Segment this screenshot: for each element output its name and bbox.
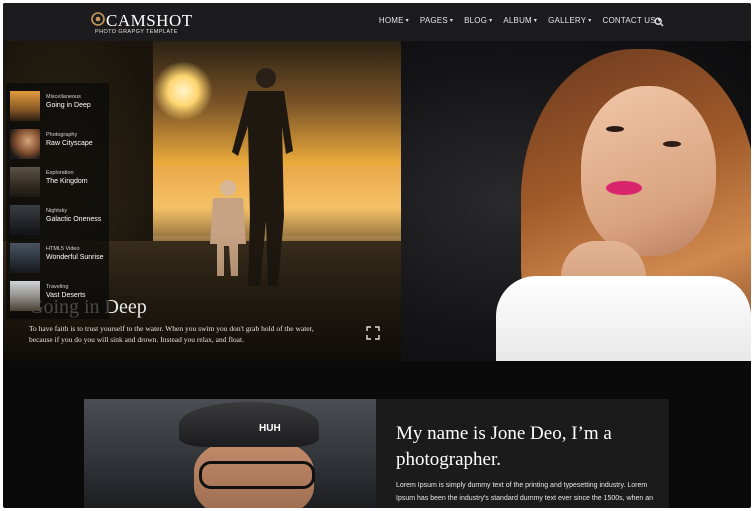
chevron-down-icon: ▾ bbox=[533, 18, 538, 24]
portrait-eye bbox=[606, 126, 624, 132]
slide-thumb-going-in-deep[interactable]: Miscellaneous Going in Deep bbox=[6, 87, 109, 125]
nav-gallery[interactable]: GALLERY ▾ bbox=[548, 16, 591, 25]
thumbnail-image bbox=[10, 205, 40, 235]
nav-label: GALLERY bbox=[548, 16, 587, 25]
expand-icon[interactable] bbox=[366, 326, 380, 340]
thumbnail-image bbox=[10, 243, 40, 273]
about-text: Lorem Ipsum is simply dummy text of the … bbox=[396, 482, 653, 502]
thumb-title: Galactic Oneness bbox=[46, 216, 102, 223]
portrait-face bbox=[581, 86, 716, 256]
chevron-down-icon: ▾ bbox=[449, 18, 454, 24]
thumb-title: The Kingdom bbox=[46, 178, 88, 185]
thumb-category: Miscellaneous bbox=[46, 94, 81, 100]
cap-lettering: HUH bbox=[259, 423, 281, 434]
thumbnail-image bbox=[10, 167, 40, 197]
chevron-down-icon: ▾ bbox=[489, 18, 493, 24]
thumb-category: HTML5 Video bbox=[46, 246, 80, 252]
nav-pages[interactable]: PAGES ▾ bbox=[420, 16, 453, 25]
thumbnail-image bbox=[10, 91, 40, 121]
portrait-lips bbox=[606, 181, 642, 195]
site-header: CAMSHOT PHOTO GRAPGY TEMPLATE HOME ▾ PAG… bbox=[3, 3, 751, 41]
about-card: My name is Jone Deo, I’m a photographer.… bbox=[376, 399, 669, 508]
hero-text: To have faith is to trust yourself to th… bbox=[29, 324, 314, 344]
chevron-down-icon: ▾ bbox=[588, 18, 592, 24]
thumb-title: Raw Cityscape bbox=[46, 140, 93, 147]
hero-portrait-image bbox=[401, 41, 751, 361]
nav-label: HOME bbox=[378, 16, 404, 25]
nav-label: BLOG bbox=[464, 16, 488, 25]
slide-thumb-vast-deserts[interactable]: Traveling Vast Deserts bbox=[6, 277, 109, 315]
thumbnail-image bbox=[10, 281, 40, 311]
nav-contact[interactable]: CONTACT US ▾ bbox=[603, 16, 661, 25]
main-nav: HOME ▾ PAGES ▾ BLOG ▾ ALBUM ▾ GALLERY ▾ … bbox=[379, 16, 661, 25]
search-icon[interactable] bbox=[654, 17, 664, 27]
slide-thumb-raw-cityscape[interactable]: Photography Raw Cityscape bbox=[6, 125, 109, 163]
nav-label: ALBUM bbox=[503, 16, 532, 25]
thumb-title: Going in Deep bbox=[46, 102, 91, 109]
thumb-category: Photography bbox=[46, 132, 78, 138]
about-photographer-image: HUH bbox=[84, 399, 376, 508]
chevron-down-icon: ▾ bbox=[405, 18, 409, 24]
photographer-cap bbox=[179, 402, 319, 447]
slide-thumb-wonderful-sunrise[interactable]: HTML5 Video Wonderful Sunrise bbox=[6, 239, 109, 277]
nav-label: PAGES bbox=[419, 16, 448, 25]
thumb-category: Exploration bbox=[46, 170, 74, 176]
page-frame: CAMSHOT PHOTO GRAPGY TEMPLATE HOME ▾ PAG… bbox=[3, 3, 751, 508]
about-title: My name is Jone Deo, I’m a photographer. bbox=[396, 423, 612, 470]
nav-label: CONTACT US bbox=[602, 16, 656, 25]
photographer-glasses bbox=[199, 461, 315, 489]
portrait-eye bbox=[663, 141, 681, 147]
logo-title: CAMSHOT bbox=[106, 11, 193, 30]
slide-thumb-galactic-oneness[interactable]: Nightsky Galactic Oneness bbox=[6, 201, 109, 239]
camera-aperture-icon bbox=[91, 12, 105, 26]
thumb-title: Wonderful Sunrise bbox=[46, 254, 104, 261]
slide-thumbnail-list: Miscellaneous Going in Deep Photography … bbox=[6, 83, 109, 319]
thumb-category: Traveling bbox=[46, 284, 69, 290]
slide-thumb-the-kingdom[interactable]: Exploration The Kingdom bbox=[6, 163, 109, 201]
thumb-title: Vast Deserts bbox=[46, 292, 86, 299]
portrait-shirt bbox=[496, 276, 751, 361]
thumbnail-image bbox=[10, 129, 40, 159]
logo-subtitle: PHOTO GRAPGY TEMPLATE bbox=[95, 29, 178, 35]
thumb-category: Nightsky bbox=[46, 208, 68, 214]
nav-album[interactable]: ALBUM ▾ bbox=[503, 16, 537, 25]
nav-blog[interactable]: BLOG ▾ bbox=[464, 16, 492, 25]
nav-home[interactable]: HOME ▾ bbox=[379, 16, 409, 25]
